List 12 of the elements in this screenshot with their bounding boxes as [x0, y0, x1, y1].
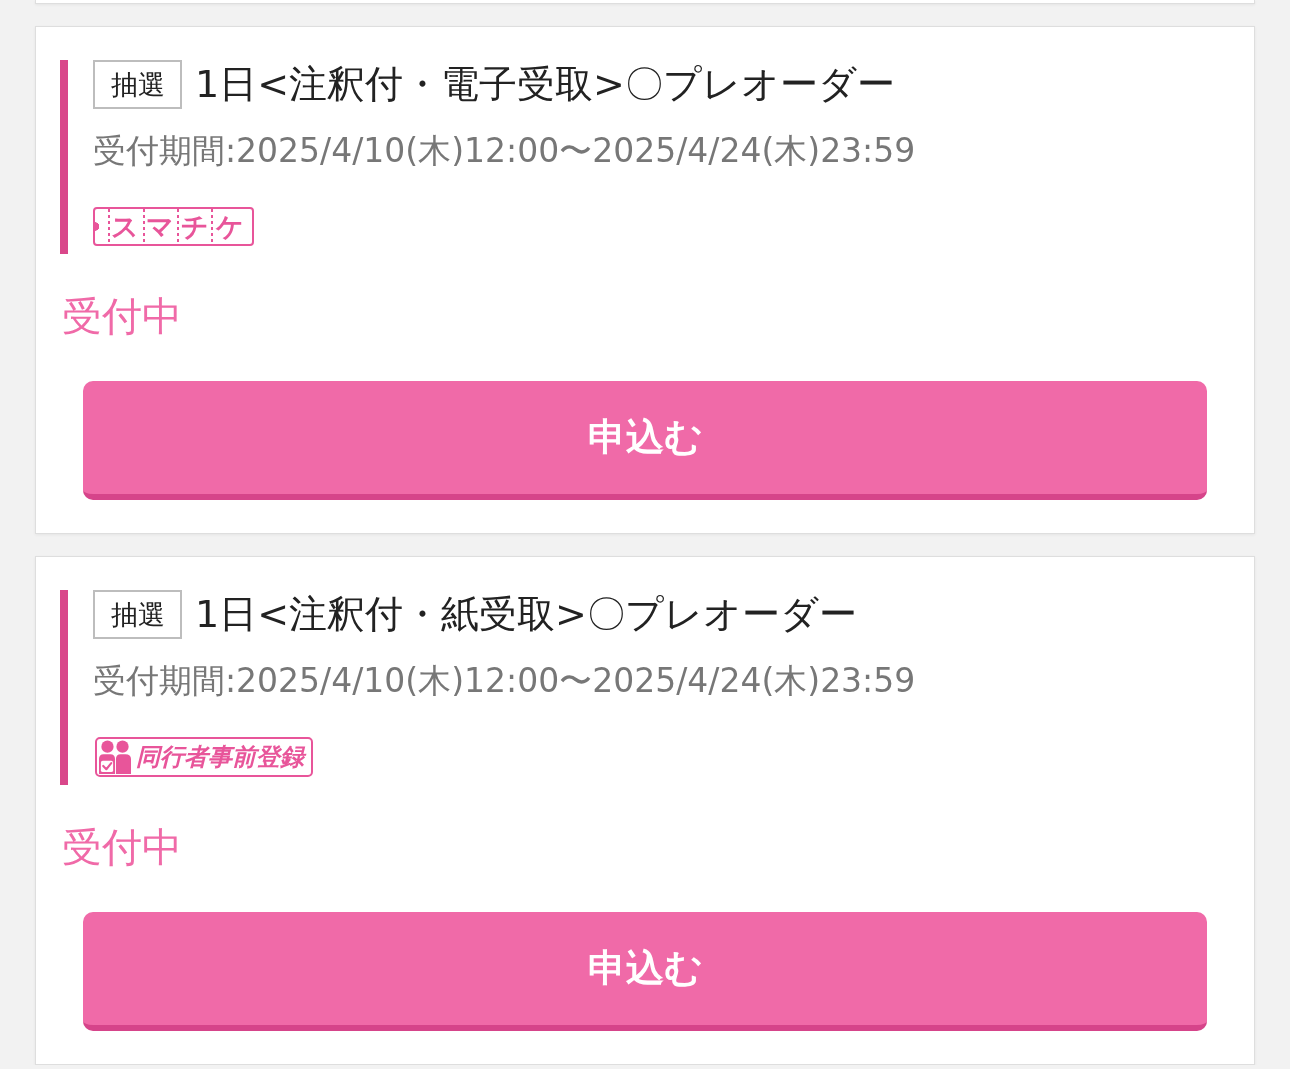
- method-tag: 抽選: [93, 60, 182, 109]
- apply-button[interactable]: 申込む: [83, 381, 1207, 500]
- people-check-icon: [99, 740, 131, 774]
- status-label: 受付中: [62, 825, 182, 870]
- method-tag: 抽選: [93, 590, 182, 639]
- apply-button[interactable]: 申込む: [83, 912, 1207, 1031]
- status-label: 受付中: [62, 294, 182, 339]
- sale-title: 1日<注釈付・紙受取>〇プレオーダー: [195, 591, 857, 638]
- sale-period: 受付期間:2025/4/10(木)12:00〜2025/4/24(木)23:59: [93, 131, 916, 171]
- sale-title: 1日<注釈付・電子受取>〇プレオーダー: [195, 61, 895, 108]
- ticket-badge: スマチケ: [93, 207, 254, 246]
- sale-period: 受付期間:2025/4/10(木)12:00〜2025/4/24(木)23:59: [93, 661, 916, 701]
